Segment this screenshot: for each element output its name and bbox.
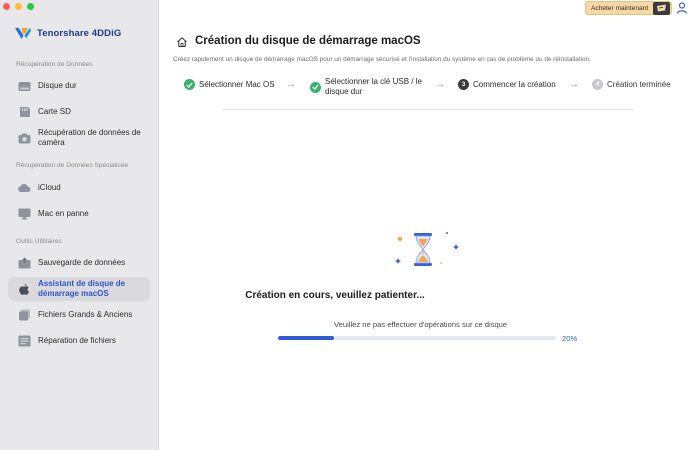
arrow-right-icon: → xyxy=(569,79,579,90)
close-window-button[interactable] xyxy=(3,3,10,10)
file-repair-icon xyxy=(17,334,31,348)
sidebar-item-sd-card[interactable]: Carte SD xyxy=(8,103,150,121)
files-icon xyxy=(17,308,31,322)
zoom-window-button[interactable] xyxy=(27,3,34,10)
status-title: Création en cours, veuillez patienter... xyxy=(0,290,695,301)
sidebar-item-hard-drive[interactable]: Disque dur xyxy=(8,77,150,95)
hard-drive-icon xyxy=(17,79,31,93)
app-brand: Tenorshare 4DDiG xyxy=(13,25,121,42)
backup-icon xyxy=(17,256,31,270)
sidebar-item-file-repair[interactable]: Réparation de fichiers xyxy=(8,332,150,350)
home-icon[interactable] xyxy=(176,36,188,48)
section-title-recovery: Récupération de Données xyxy=(16,61,93,68)
sidebar-item-camera[interactable]: Récupération de données de caméra xyxy=(8,127,148,149)
window-controls xyxy=(3,3,34,10)
cloud-icon xyxy=(17,181,31,195)
step-start-creation: 3 Commencer la création xyxy=(458,79,556,90)
user-icon[interactable] xyxy=(676,2,688,14)
page-title: Création du disque de démarrage macOS xyxy=(195,35,421,47)
minimize-window-button[interactable] xyxy=(15,3,22,10)
camera-icon xyxy=(17,131,31,145)
sidebar-item-label: Récupération de données de caméra xyxy=(38,128,141,147)
status-title-text: Création en cours, veuillez patienter... xyxy=(245,290,425,301)
arrow-right-icon: → xyxy=(435,79,445,90)
sidebar-item-large-old-files[interactable]: Fichiers Grands & Anciens xyxy=(8,306,150,324)
sidebar-item-label: Réparation de fichiers xyxy=(38,336,116,345)
cart-icon xyxy=(653,2,670,15)
sidebar-item-backup[interactable]: Sauvegarde de données xyxy=(8,254,150,272)
check-icon xyxy=(310,81,321,93)
section-title-utilities: Outils Utilitaires xyxy=(16,238,62,245)
progress-percent: 20% xyxy=(562,334,578,343)
step-select-usb: Sélectionner la clé USB / le disque dur xyxy=(310,77,433,97)
check-icon xyxy=(184,79,195,90)
page-subtitle: Créez rapidement un disque de démarrage … xyxy=(173,56,591,63)
sidebar-item-label: Carte SD xyxy=(38,107,71,116)
app-logo-icon xyxy=(14,27,31,40)
sd-card-icon xyxy=(17,105,31,119)
step-label: Sélectionner la clé USB / le disque dur xyxy=(325,77,422,96)
sidebar-item-label: Fichiers Grands & Anciens xyxy=(38,310,133,319)
buy-now-button[interactable]: Acheter maintenant xyxy=(585,1,672,15)
status-note: Veuillez ne pas effectuer d'opérations s… xyxy=(334,320,508,329)
mac-icon xyxy=(17,207,31,221)
step-label: Création terminée xyxy=(607,79,671,89)
progress-bar xyxy=(278,336,556,340)
sidebar-item-icloud[interactable]: iCloud xyxy=(8,179,150,197)
hourglass-icon xyxy=(395,232,459,266)
section-title-specialized: Récupération de Données Spécialisée xyxy=(16,162,129,169)
sidebar-item-label: Sauvegarde de données xyxy=(38,258,126,267)
step-label: Sélectionner Mac OS xyxy=(199,79,275,89)
step-number-badge: 4 xyxy=(592,79,603,90)
step-number-badge: 3 xyxy=(458,79,469,90)
step-label: Commencer la création xyxy=(473,79,556,89)
sidebar-item-label: iCloud xyxy=(38,183,61,192)
progress-fill xyxy=(278,336,334,340)
step-creation-complete: 4 Création terminée xyxy=(592,79,671,90)
sidebar-item-label: Disque dur xyxy=(38,81,77,90)
arrow-right-icon: → xyxy=(286,79,296,90)
buy-now-label: Acheter maintenant xyxy=(591,4,649,12)
step-select-macos: Sélectionner Mac OS xyxy=(184,79,275,90)
sidebar-item-label: Mac en panne xyxy=(38,209,89,218)
app-name: Tenorshare 4DDiG xyxy=(37,28,122,39)
divider xyxy=(222,109,634,110)
sidebar: Tenorshare 4DDiG Récupération de Données… xyxy=(0,0,159,450)
sidebar-item-crashed-mac[interactable]: Mac en panne xyxy=(8,205,150,223)
